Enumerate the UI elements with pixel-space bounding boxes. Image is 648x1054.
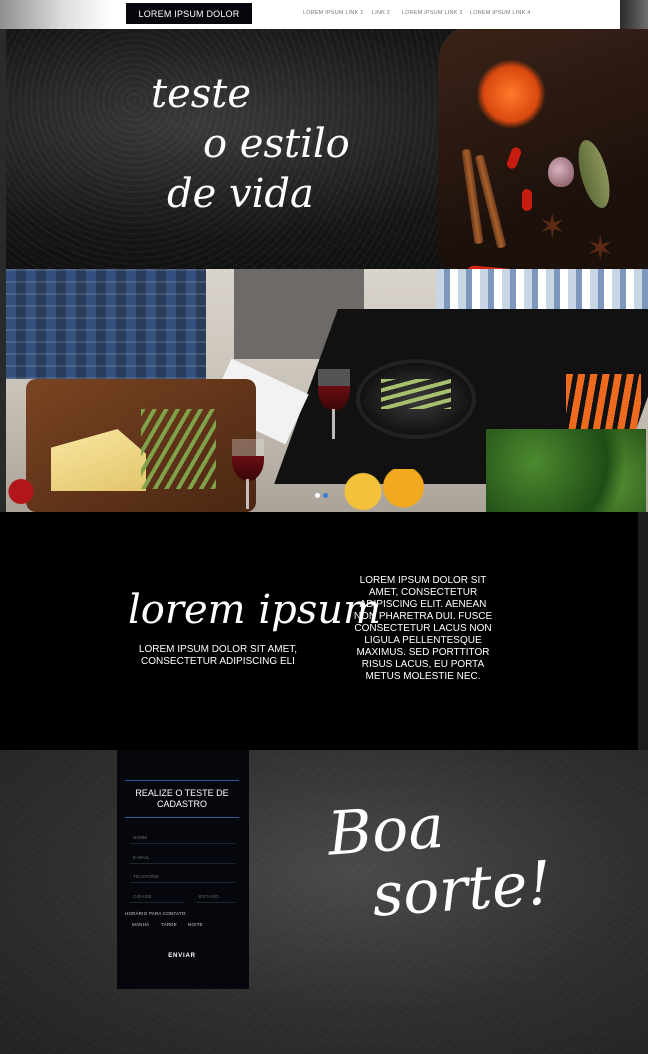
header-edge bbox=[620, 0, 648, 29]
lemons-image bbox=[336, 469, 426, 512]
tomatoes-image bbox=[6, 474, 36, 509]
page-edge bbox=[638, 512, 648, 750]
about-paragraph: LOREM IPSUM DOLOR SIT AMET, CONSECTETUR … bbox=[353, 575, 493, 682]
carousel-dots bbox=[315, 493, 328, 498]
wine-glass-image bbox=[232, 439, 264, 481]
person-left-image bbox=[6, 269, 206, 379]
name-field[interactable]: NOME bbox=[133, 835, 148, 840]
carousel-dot-1[interactable] bbox=[315, 493, 320, 498]
wine-glass-image bbox=[318, 369, 350, 411]
carousel-dot-2[interactable] bbox=[323, 493, 328, 498]
garlic-image bbox=[548, 157, 574, 187]
nav-link-1[interactable]: LOREM IPSUM LINK 1 bbox=[303, 10, 363, 16]
greens-image bbox=[486, 429, 646, 512]
cooking-photo bbox=[6, 269, 648, 512]
about-script-title: lorem ipsum bbox=[128, 587, 381, 633]
state-field[interactable]: ESTADO bbox=[199, 894, 219, 899]
hero-script-text: teste o estilo de vida bbox=[151, 69, 350, 219]
option-morning[interactable]: MANHÃ bbox=[132, 922, 149, 927]
hero-script-line-2: o estilo bbox=[203, 121, 350, 167]
asparagus-image bbox=[141, 409, 216, 489]
state-underline bbox=[196, 902, 236, 903]
saffron-image bbox=[476, 59, 546, 129]
contact-time-label: HORÁRIO PARA CONTATO: bbox=[125, 911, 187, 916]
option-night[interactable]: NOITE bbox=[188, 922, 203, 927]
email-field[interactable]: E-MAIL bbox=[133, 855, 150, 860]
wine-glass-stem bbox=[332, 409, 335, 439]
chili-image bbox=[522, 189, 532, 211]
option-afternoon[interactable]: TARDE bbox=[161, 922, 177, 927]
phone-underline bbox=[130, 882, 235, 883]
phone-field[interactable]: TELEFONE bbox=[133, 874, 159, 879]
hero-script-line-3: de vida bbox=[167, 171, 314, 217]
closing-script-text: Boa sorte! bbox=[326, 788, 554, 931]
email-underline bbox=[130, 863, 235, 864]
city-underline bbox=[130, 902, 185, 903]
logo[interactable]: LOREM IPSUM DOLOR bbox=[126, 3, 252, 24]
star-anise-icon: ✶ bbox=[538, 208, 567, 246]
name-underline bbox=[130, 843, 235, 844]
nav-link-3[interactable]: LOREM IPSUM LINK 3 bbox=[402, 10, 462, 16]
star-anise-icon: ✶ bbox=[586, 230, 615, 268]
form-title: REALIZE O TESTE DE CADASTRO bbox=[125, 780, 239, 818]
hero-script-line-1: teste bbox=[151, 71, 252, 117]
hero-banner: ✶ ✶ teste o estilo de vida bbox=[6, 29, 648, 269]
asparagus-pan-image bbox=[381, 379, 451, 409]
nav-link-2[interactable]: LINK 2 bbox=[372, 10, 390, 16]
about-subtitle: LOREM IPSUM DOLOR SIT AMET, CONSECTETUR … bbox=[138, 644, 298, 667]
city-field[interactable]: CIDADE bbox=[133, 894, 152, 899]
submit-button[interactable]: ENVIAR bbox=[150, 950, 214, 962]
nav-link-4[interactable]: LOREM IPSUM LINK 4 bbox=[470, 10, 530, 16]
wine-glass-stem bbox=[246, 479, 249, 509]
